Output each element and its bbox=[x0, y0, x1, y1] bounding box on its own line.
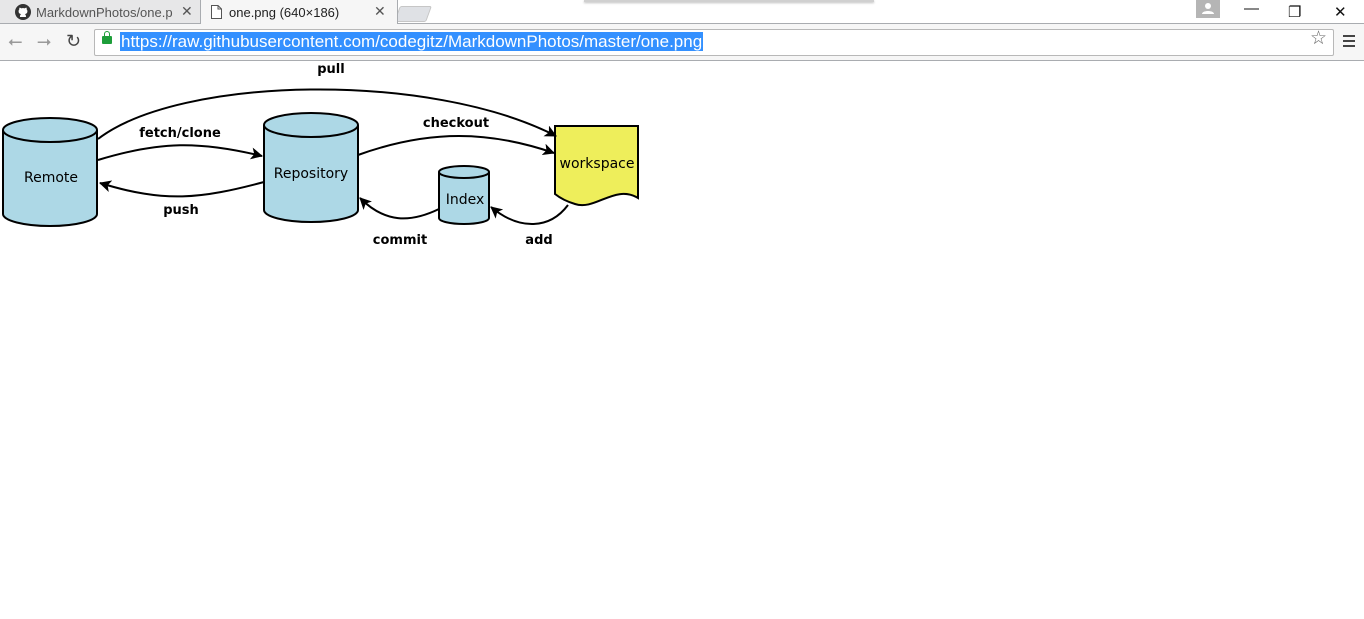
toolbar: ⭠ ⭢ ↻ https://raw.githubusercontent.com/… bbox=[0, 24, 1364, 61]
tab-title: one.png (640×186) bbox=[229, 5, 340, 20]
profile-button[interactable] bbox=[1196, 0, 1220, 18]
git-workflow-image: Remote Repository Index workspace pull f… bbox=[1, 62, 639, 248]
add-arrow bbox=[490, 204, 569, 225]
tab-title: MarkdownPhotos/one.p bbox=[36, 5, 173, 20]
image-viewer: Remote Repository Index workspace pull f… bbox=[0, 61, 1364, 619]
lock-icon bbox=[102, 31, 112, 44]
add-label: add bbox=[525, 233, 552, 248]
minimize-icon[interactable]: — bbox=[1244, 0, 1259, 17]
close-icon[interactable]: ✕ bbox=[374, 4, 386, 18]
restore-icon[interactable]: ❐ bbox=[1288, 3, 1301, 21]
commit-label: commit bbox=[373, 233, 427, 248]
fetch-clone-label: fetch/clone bbox=[139, 126, 221, 141]
reload-icon[interactable]: ↻ bbox=[66, 32, 81, 50]
index-node: Index bbox=[438, 165, 490, 225]
commit-arrow bbox=[359, 197, 440, 220]
remote-label: Remote bbox=[24, 170, 78, 186]
address-bar[interactable]: https://raw.githubusercontent.com/codegi… bbox=[94, 29, 1334, 56]
forward-arrow-icon[interactable]: ⭢ bbox=[37, 32, 51, 50]
workspace-label: workspace bbox=[560, 156, 635, 172]
person-icon bbox=[1202, 3, 1214, 14]
menu-icon[interactable] bbox=[1343, 35, 1355, 50]
pull-label: pull bbox=[317, 62, 344, 77]
tab-strip: MarkdownPhotos/one.p ✕ one.png (640×186)… bbox=[0, 0, 1364, 24]
close-icon[interactable]: ✕ bbox=[181, 4, 193, 18]
url-text[interactable]: https://raw.githubusercontent.com/codegi… bbox=[120, 32, 704, 51]
workspace-node: workspace bbox=[554, 125, 639, 207]
close-window-icon[interactable]: ✕ bbox=[1334, 3, 1347, 21]
remote-node: Remote bbox=[1, 117, 98, 227]
new-tab-button[interactable] bbox=[394, 6, 432, 22]
checkout-arrow bbox=[357, 135, 555, 156]
back-arrow-icon[interactable]: ⭠ bbox=[8, 32, 22, 50]
checkout-label: checkout bbox=[423, 116, 489, 131]
page-icon bbox=[211, 5, 222, 19]
repository-label: Repository bbox=[274, 166, 348, 182]
push-arrow bbox=[99, 180, 265, 198]
fetch-clone-arrow bbox=[97, 144, 263, 161]
window-title-notch bbox=[584, 0, 874, 2]
tab-one-png[interactable]: one.png (640×186) ✕ bbox=[200, 0, 398, 24]
tab-markdownphotos[interactable]: MarkdownPhotos/one.p ✕ bbox=[0, 0, 201, 24]
push-label: push bbox=[163, 203, 199, 218]
github-icon bbox=[15, 4, 31, 20]
bookmark-star-icon[interactable]: ☆ bbox=[1310, 29, 1327, 48]
repository-node: Repository bbox=[263, 112, 359, 223]
index-label: Index bbox=[446, 192, 485, 208]
